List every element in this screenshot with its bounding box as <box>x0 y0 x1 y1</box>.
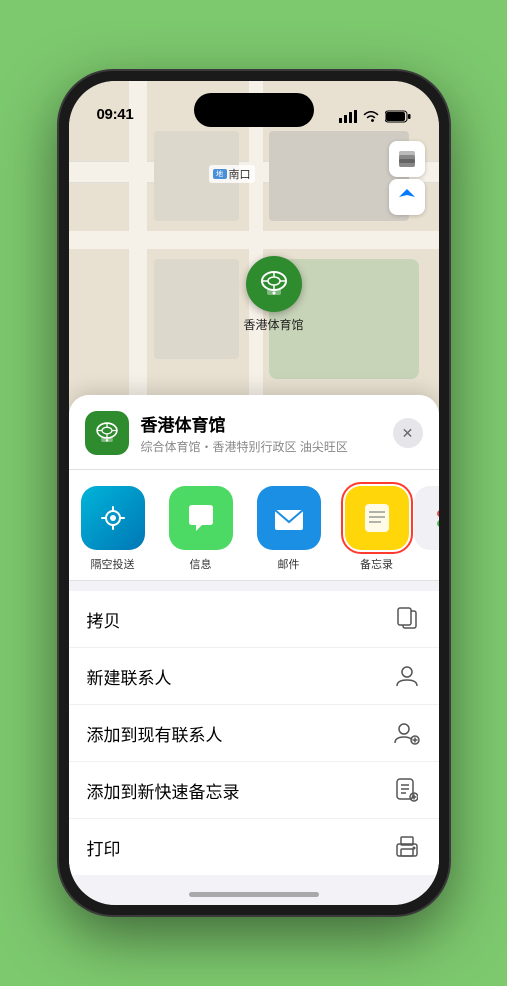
action-copy[interactable]: 拷贝 <box>69 591 439 648</box>
venue-info: 香港体育馆 综合体育馆・香港特别行政区 油尖旺区 <box>141 411 381 455</box>
map-layer-button[interactable] <box>389 141 425 177</box>
dot-green <box>437 520 439 527</box>
notes-svg <box>359 500 395 536</box>
more-icon <box>414 486 439 550</box>
add-notes-icon <box>393 776 421 804</box>
map-south-label: 地 南口 <box>209 165 255 183</box>
notes-label: 备忘录 <box>360 556 393 572</box>
new-contact-icon <box>393 662 421 690</box>
venue-sub: 综合体育馆・香港特别行政区 油尖旺区 <box>141 438 381 455</box>
share-row: 隔空投送 信息 <box>69 470 439 581</box>
venue-name: 香港体育馆 <box>141 411 381 436</box>
airdrop-label: 隔空投送 <box>91 556 135 572</box>
dynamic-island <box>194 93 314 127</box>
add-existing-icon <box>393 719 421 747</box>
sheet-header: 香港体育馆 综合体育馆・香港特别行政区 油尖旺区 ✕ <box>69 395 439 470</box>
stadium-icon <box>257 267 291 301</box>
add-notes-label: 添加到新快速备忘录 <box>87 778 240 803</box>
map-layer-icon <box>397 149 417 169</box>
more-dots-row2 <box>437 520 439 527</box>
copy-icon <box>393 605 421 633</box>
share-mail[interactable]: 邮件 <box>245 486 333 572</box>
metro-icon: 地 <box>213 169 227 179</box>
bottom-sheet: 香港体育馆 综合体育馆・香港特别行政区 油尖旺区 ✕ <box>69 395 439 905</box>
share-messages[interactable]: 信息 <box>157 486 245 572</box>
add-existing-label: 添加到现有联系人 <box>87 721 223 746</box>
more-dots-row <box>437 510 439 517</box>
action-list: 拷贝 新建联系人 <box>69 591 439 875</box>
status-icons <box>339 110 411 123</box>
messages-label: 信息 <box>190 556 212 572</box>
mail-label: 邮件 <box>278 556 300 572</box>
phone-screen: 09:41 <box>69 81 439 905</box>
wifi-icon <box>363 110 379 123</box>
battery-icon <box>385 110 411 123</box>
share-airdrop[interactable]: 隔空投送 <box>69 486 157 572</box>
map-block2 <box>269 131 409 221</box>
notes-icon <box>345 486 409 550</box>
airdrop-svg <box>97 502 129 534</box>
phone-shell: 09:41 <box>59 71 449 915</box>
dot-red <box>437 510 439 517</box>
venue-icon <box>85 411 129 455</box>
close-button[interactable]: ✕ <box>393 418 423 448</box>
status-time: 09:41 <box>97 106 134 123</box>
map-controls <box>389 141 425 215</box>
action-new-contact[interactable]: 新建联系人 <box>69 648 439 705</box>
location-button[interactable] <box>389 179 425 215</box>
share-more[interactable] <box>421 486 439 572</box>
share-notes[interactable]: 备忘录 <box>333 486 421 572</box>
stadium-pin-label: 香港体育馆 <box>244 316 304 333</box>
stadium-pin[interactable]: 香港体育馆 <box>244 256 304 333</box>
action-print[interactable]: 打印 <box>69 819 439 875</box>
airdrop-icon <box>81 486 145 550</box>
copy-label: 拷贝 <box>87 607 121 632</box>
mail-svg <box>271 500 307 536</box>
action-add-existing[interactable]: 添加到现有联系人 <box>69 705 439 762</box>
map-block3 <box>154 259 239 359</box>
print-icon <box>393 833 421 861</box>
messages-svg <box>183 500 219 536</box>
signal-icon <box>339 110 357 123</box>
home-indicator <box>189 892 319 897</box>
new-contact-label: 新建联系人 <box>87 664 172 689</box>
print-label: 打印 <box>87 835 121 860</box>
stadium-pin-circle <box>246 256 302 312</box>
action-add-notes[interactable]: 添加到新快速备忘录 <box>69 762 439 819</box>
venue-stadium-icon <box>93 419 121 447</box>
mail-icon <box>257 486 321 550</box>
messages-icon <box>169 486 233 550</box>
location-arrow-icon <box>398 188 416 206</box>
